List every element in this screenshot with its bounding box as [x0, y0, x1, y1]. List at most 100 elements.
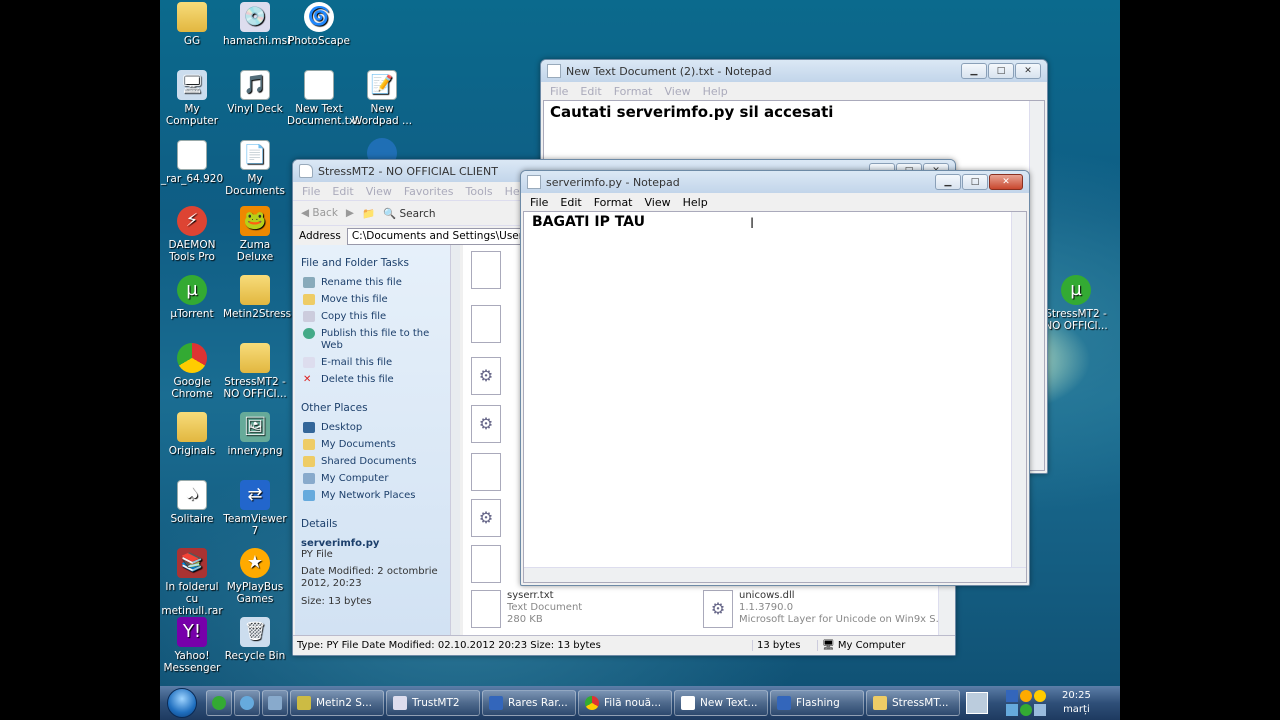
place-desktop[interactable]: Desktop	[301, 422, 444, 434]
place-network[interactable]: My Network Places	[301, 490, 444, 502]
desktop-icon-zuma[interactable]: 🐸 Zuma Deluxe	[223, 206, 287, 263]
file-item[interactable]	[471, 453, 501, 491]
menu-view[interactable]: View	[361, 184, 397, 199]
taskbar-item-chrome[interactable]: Filă nouă...	[578, 690, 672, 716]
file-item[interactable]: ⚙	[471, 499, 501, 537]
desktop-icon-in-folderul[interactable]: 📚 In folderul cu metinull.rar	[160, 548, 224, 617]
menu-format[interactable]: Format	[609, 84, 658, 99]
file-item-unicows[interactable]: ⚙ unicows.dll 1.1.3790.0 Microsoft Layer…	[703, 590, 945, 628]
task-publish[interactable]: Publish this file to the Web	[301, 328, 444, 352]
menu-tools[interactable]: Tools	[461, 184, 498, 199]
desktop-icon-metin2stress[interactable]: Metin2Stress	[223, 275, 291, 320]
file-item-syserr[interactable]: syserr.txt Text Document 280 KB	[471, 590, 582, 628]
desktop-icon-photoscape[interactable]: 🌀 PhotoScape	[287, 2, 351, 47]
taskbar-item-rares[interactable]: Rares Rar...	[482, 690, 576, 716]
desktop-icon-daemon-tools[interactable]: ⚡ DAEMON Tools Pro	[160, 206, 224, 263]
start-button[interactable]	[160, 686, 204, 720]
tray-utorrent-icon[interactable]	[1020, 704, 1032, 716]
tray-app-icon[interactable]	[1020, 690, 1032, 702]
menu-help[interactable]: Help	[698, 84, 733, 99]
task-rename[interactable]: Rename this file	[301, 277, 444, 289]
desktop-icon-stressmt2[interactable]: StressMT2 - NO OFFICI...	[223, 343, 287, 400]
forward-button[interactable]: ▶	[346, 207, 354, 219]
vertical-scrollbar[interactable]	[1029, 101, 1044, 470]
show-desktop-icon[interactable]	[966, 692, 988, 714]
back-button[interactable]: ◀ Back	[301, 207, 338, 219]
file-item[interactable]	[471, 545, 501, 583]
taskbar-item-flashing[interactable]: Flashing	[770, 690, 864, 716]
maximize-button[interactable]: □	[988, 63, 1014, 79]
desktop-icon-innery[interactable]: 🖼 innery.png	[223, 412, 287, 457]
menu-file[interactable]: File	[297, 184, 325, 199]
desktop-icon-recycle-bin[interactable]: 🗑 Recycle Bin	[223, 617, 287, 662]
myplaybus-icon: ★	[240, 548, 270, 578]
file-item[interactable]: ⚙	[471, 357, 501, 395]
vertical-scrollbar[interactable]	[1011, 212, 1026, 567]
desktop-icon-utorrent[interactable]: µ µTorrent	[160, 275, 224, 320]
desktop-icon-teamviewer[interactable]: ⇄ TeamViewer 7	[223, 480, 287, 537]
horizontal-scrollbar[interactable]	[524, 567, 1026, 582]
up-folder-icon[interactable]: 📁	[362, 207, 375, 220]
search-button[interactable]: 🔍 Search	[383, 207, 436, 220]
menu-help[interactable]: Help	[678, 195, 713, 210]
place-my-computer[interactable]: My Computer	[301, 473, 444, 485]
notepad-front-window[interactable]: serverimfo.py - Notepad ▁ □ ✕ File Edit …	[520, 170, 1030, 586]
desktop-icon-new-text-document[interactable]: New Text Document.txt	[287, 70, 359, 127]
desktop-icon-my-documents[interactable]: 📄 My Documents	[223, 140, 287, 197]
menu-format[interactable]: Format	[589, 195, 638, 210]
minimize-button[interactable]: ▁	[935, 174, 961, 190]
task-move[interactable]: Move this file	[301, 294, 444, 306]
close-button[interactable]: ✕	[989, 174, 1023, 190]
file-item[interactable]	[471, 305, 501, 343]
flashing-icon	[777, 696, 791, 710]
task-copy[interactable]: Copy this file	[301, 311, 444, 323]
taskbar-item-stressmt2[interactable]: StressMT...	[866, 690, 960, 716]
place-shared-documents[interactable]: Shared Documents	[301, 456, 444, 468]
file-item[interactable]	[471, 251, 501, 289]
menu-view[interactable]: View	[640, 195, 676, 210]
tray-volume-icon[interactable]	[1034, 704, 1046, 716]
archive-icon: 📚	[177, 548, 207, 578]
desktop-icon-gg[interactable]: GG	[160, 2, 224, 47]
maximize-button[interactable]: □	[962, 174, 988, 190]
desktop-icon-my-computer[interactable]: 🖥 My Computer	[160, 70, 224, 127]
desktop-icon-yahoo[interactable]: Y! Yahoo! Messenger	[160, 617, 224, 674]
task-pane-scrollbar[interactable]	[450, 245, 460, 635]
task-email[interactable]: E-mail this file	[301, 357, 444, 369]
tray-messenger-icon[interactable]	[1034, 690, 1046, 702]
desktop-icon-rar[interactable]: _rar_64.920	[160, 140, 224, 185]
notepad-front-text-area[interactable]: BAGATI IP TAU I	[523, 211, 1027, 583]
place-my-documents[interactable]: My Documents	[301, 439, 444, 451]
desktop-icon-stressmt2-right[interactable]: µ StressMT2 - NO OFFICI...	[1044, 275, 1108, 332]
task-delete[interactable]: ✕ Delete this file	[301, 374, 444, 386]
clock-day: marți	[1063, 704, 1090, 715]
desktop-icon-new-wordpad[interactable]: 📝 New Wordpad ...	[350, 70, 414, 127]
quicklaunch-media[interactable]	[262, 690, 288, 716]
menu-view[interactable]: View	[660, 84, 696, 99]
taskbar-item-new-text[interactable]: New Text...	[674, 690, 768, 716]
menu-edit[interactable]: Edit	[327, 184, 358, 199]
tray-display-icon[interactable]	[1006, 704, 1018, 716]
desktop-icon-originals[interactable]: Originals	[160, 412, 224, 457]
menu-favorites[interactable]: Favorites	[399, 184, 459, 199]
desktop-icon-vinyl-deck[interactable]: 🎵 Vinyl Deck	[223, 70, 287, 115]
taskbar-item-metin2[interactable]: Metin2 S...	[290, 690, 384, 716]
desktop-icon-solitaire[interactable]: ♠ Solitaire	[160, 480, 224, 525]
menu-file[interactable]: File	[545, 84, 573, 99]
minimize-button[interactable]: ▁	[961, 63, 987, 79]
teamviewer-icon: ⇄	[240, 480, 270, 510]
notepad-back-controls: ▁ □ ✕	[961, 63, 1041, 79]
tray-network-icon[interactable]	[1006, 690, 1018, 702]
desktop-icon-hamachi[interactable]: 💿 hamachi.msi	[223, 2, 290, 47]
clock[interactable]: 20:25 marți	[1062, 689, 1091, 717]
file-item[interactable]: ⚙	[471, 405, 501, 443]
menu-edit[interactable]: Edit	[555, 195, 586, 210]
menu-edit[interactable]: Edit	[575, 84, 606, 99]
menu-file[interactable]: File	[525, 195, 553, 210]
quicklaunch-skype[interactable]	[234, 690, 260, 716]
taskbar-item-trustmt2[interactable]: TrustMT2	[386, 690, 480, 716]
desktop-icon-chrome[interactable]: Google Chrome	[160, 343, 224, 400]
desktop-icon-myplaybus[interactable]: ★ MyPlayBus Games	[223, 548, 287, 605]
quicklaunch-utorrent[interactable]	[206, 690, 232, 716]
close-button[interactable]: ✕	[1015, 63, 1041, 79]
